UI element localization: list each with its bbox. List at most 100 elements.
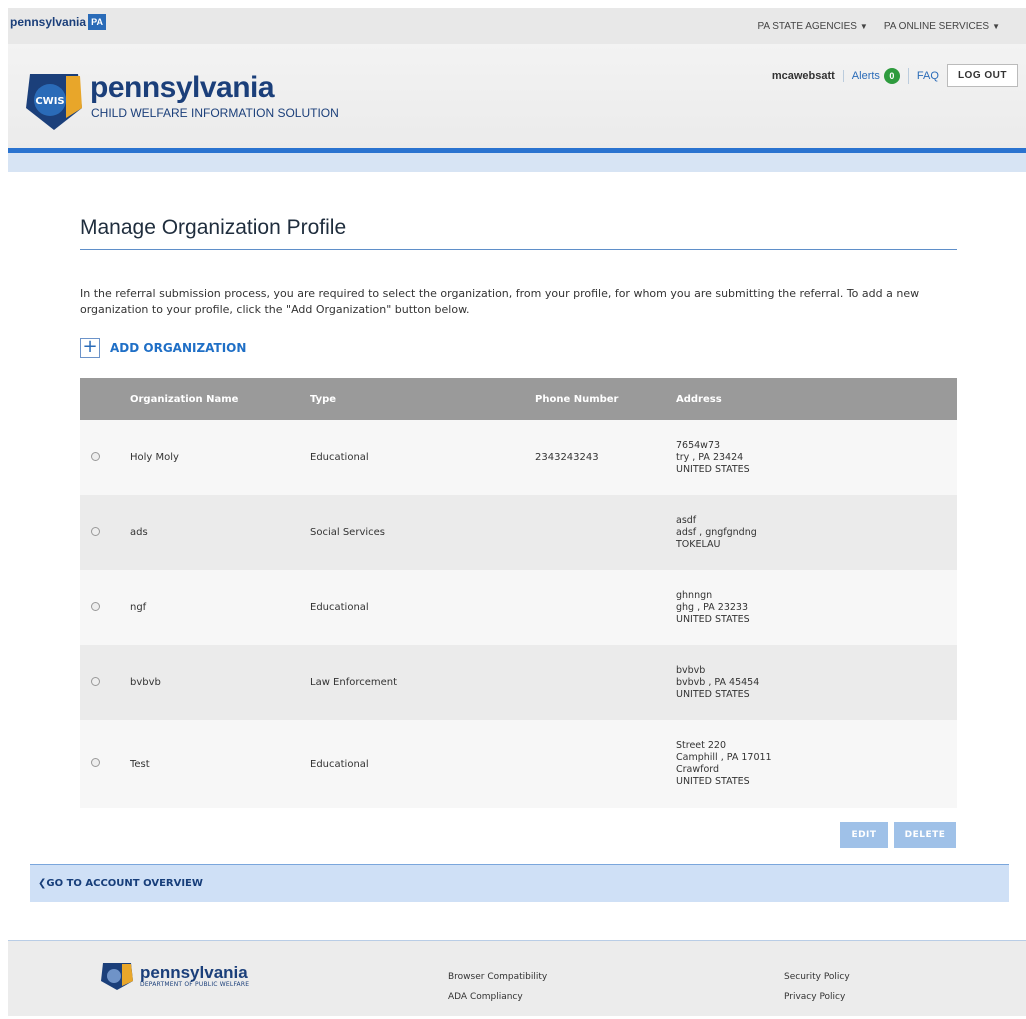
add-organization-button[interactable]: + ADD ORGANIZATION <box>80 338 246 358</box>
user-area: mcawebsatt Alerts 0 FAQ LOG OUT <box>772 64 1018 87</box>
dpw-logo[interactable]: pennsylvania DEPARTMENT OF PUBLIC WELFAR… <box>100 961 249 991</box>
site-footer: pennsylvania DEPARTMENT OF PUBLIC WELFAR… <box>8 940 1026 1016</box>
column-header-phone: Phone Number <box>527 378 668 420</box>
table-row[interactable]: bvbvb Law Enforcement bvbvb bvbvb , PA 4… <box>80 645 957 720</box>
table-row[interactable]: Test Educational Street 220 Camphill , P… <box>80 720 957 808</box>
chevron-left-icon: ❮ <box>38 878 47 889</box>
address-line: Street 220 <box>676 740 727 751</box>
org-name-cell: ngf <box>122 570 302 645</box>
org-type-cell: Educational <box>302 570 527 645</box>
dpw-title: pennsylvania <box>140 962 248 982</box>
select-column-header <box>80 378 122 420</box>
table-row[interactable]: ads Social Services asdf adsf , gngfgndn… <box>80 495 957 570</box>
edit-button[interactable]: EDIT <box>840 822 888 848</box>
org-phone-cell: 2343243243 <box>527 420 668 495</box>
select-cell <box>80 645 122 720</box>
org-name-cell: Test <box>122 720 302 808</box>
ada-compliancy-link[interactable]: ADA Compliancy <box>448 987 547 1007</box>
select-cell <box>80 570 122 645</box>
address-line: Camphill , PA 17011 <box>676 752 772 763</box>
row-select-radio[interactable] <box>91 526 100 536</box>
plus-icon: + <box>80 338 100 358</box>
address-line: 7654w73 <box>676 439 721 451</box>
address-line: ghg , PA 23233 <box>676 601 749 613</box>
row-select-radio[interactable] <box>91 758 100 767</box>
dpw-subtitle: DEPARTMENT OF PUBLIC WELFARE <box>140 980 250 988</box>
pa-logo[interactable]: pennsylvania PA <box>10 14 107 30</box>
delete-button[interactable]: DELETE <box>894 822 956 848</box>
username: mcawebsatt <box>772 69 844 82</box>
org-phone-cell <box>527 570 668 645</box>
org-type-cell: Social Services <box>302 495 527 570</box>
org-phone-cell <box>527 495 668 570</box>
address-line: adsf , gngfgndng <box>676 526 757 538</box>
action-buttons: EDIT DELETE <box>840 822 956 848</box>
site-header: CWIS pennsylvania CHILD WELFARE INFORMAT… <box>8 44 1026 148</box>
brand-title: pennsylvania <box>90 71 275 104</box>
select-cell <box>80 495 122 570</box>
brand-subtitle: CHILD WELFARE INFORMATION SOLUTION <box>91 106 339 120</box>
org-phone-cell <box>527 720 668 808</box>
nav-state-agencies-label: PA STATE AGENCIES <box>757 21 857 32</box>
org-name-cell: bvbvb <box>122 645 302 720</box>
address-line: ghnngn <box>676 589 713 601</box>
top-utility-bar: pennsylvania PA PA STATE AGENCIES ▼ PA ON… <box>8 8 1026 44</box>
row-select-radio[interactable] <box>91 601 100 611</box>
org-address-cell: 7654w73 try , PA 23424 UNITED STATES <box>668 420 957 495</box>
address-line: UNITED STATES <box>676 688 750 700</box>
alerts-count-badge: 0 <box>883 67 900 84</box>
back-label: GO TO ACCOUNT OVERVIEW <box>46 878 203 889</box>
dpw-logo-text: pennsylvania DEPARTMENT OF PUBLIC WELFAR… <box>140 962 250 988</box>
address-line: try , PA 23424 <box>676 451 744 463</box>
column-header-type: Type <box>302 378 527 420</box>
org-phone-cell <box>527 645 668 720</box>
org-address-cell: asdf adsf , gngfgndng TOKELAU <box>668 495 957 570</box>
nav-state-agencies[interactable]: PA STATE AGENCIES ▼ <box>757 21 867 32</box>
org-address-cell: Street 220 Camphill , PA 17011 Crawford … <box>668 720 957 808</box>
table-row[interactable]: ngf Educational ghnngn ghg , PA 23233 UN… <box>80 570 957 645</box>
select-cell <box>80 420 122 495</box>
address-line: bvbvb <box>676 664 706 676</box>
org-type-cell: Law Enforcement <box>302 645 527 720</box>
back-to-account-overview[interactable]: ❮ GO TO ACCOUNT OVERVIEW <box>30 864 1009 902</box>
caret-down-icon: ▼ <box>859 22 868 31</box>
org-type-cell: Educational <box>302 720 527 808</box>
security-policy-link[interactable]: Security Policy <box>784 967 850 987</box>
keystone-icon <box>101 963 133 990</box>
page-title: Manage Organization Profile <box>80 216 347 239</box>
row-select-radio[interactable] <box>91 451 100 461</box>
address-line: bvbvb , PA 45454 <box>676 676 760 688</box>
browser-compatibility-link[interactable]: Browser Compatibility <box>448 967 547 987</box>
table-row[interactable]: Holy Moly Educational 2343243243 7654w73… <box>80 420 957 495</box>
alerts-link[interactable]: Alerts 0 <box>844 67 909 84</box>
intro-text: In the referral submission process, you … <box>80 287 920 316</box>
column-header-address: Address <box>668 378 957 420</box>
privacy-policy-link[interactable]: Privacy Policy <box>784 987 850 1007</box>
pa-keystone-icon: PA <box>88 14 107 30</box>
caret-down-icon: ▼ <box>992 22 1000 31</box>
column-header-name: Organization Name <box>122 378 302 420</box>
faq-link[interactable]: FAQ <box>909 70 947 82</box>
logout-button[interactable]: LOG OUT <box>946 64 1018 87</box>
org-name-cell: Holy Moly <box>122 420 302 495</box>
org-type-cell: Educational <box>302 420 527 495</box>
address-line: Crawford <box>676 764 720 775</box>
footer-links-right: Security Policy Privacy Policy <box>784 967 850 1007</box>
table-header-row: Organization Name Type Phone Number Addr… <box>80 378 957 420</box>
org-address-cell: bvbvb bvbvb , PA 45454 UNITED STATES <box>668 645 957 720</box>
footer-links-left: Browser Compatibility ADA Compliancy <box>448 967 547 1007</box>
title-divider <box>80 249 957 250</box>
top-nav: PA STATE AGENCIES ▼ PA ONLINE SERVICES ▼ <box>757 21 1000 32</box>
address-line: TOKELAU <box>676 538 721 550</box>
pa-logo-text: pennsylvania <box>10 15 87 29</box>
cwis-keystone-icon[interactable]: CWIS <box>22 68 86 132</box>
org-address-cell: ghnngn ghg , PA 23233 UNITED STATES <box>668 570 957 645</box>
nav-online-services[interactable]: PA ONLINE SERVICES ▼ <box>884 21 1000 32</box>
address-line: UNITED STATES <box>676 463 750 475</box>
organization-table: Organization Name Type Phone Number Addr… <box>80 378 957 808</box>
nav-online-services-label: PA ONLINE SERVICES <box>883 21 990 32</box>
alerts-label: Alerts <box>851 69 880 82</box>
row-select-radio[interactable] <box>91 676 100 686</box>
subnav-strip <box>8 153 1026 172</box>
address-line: asdf <box>676 514 697 526</box>
